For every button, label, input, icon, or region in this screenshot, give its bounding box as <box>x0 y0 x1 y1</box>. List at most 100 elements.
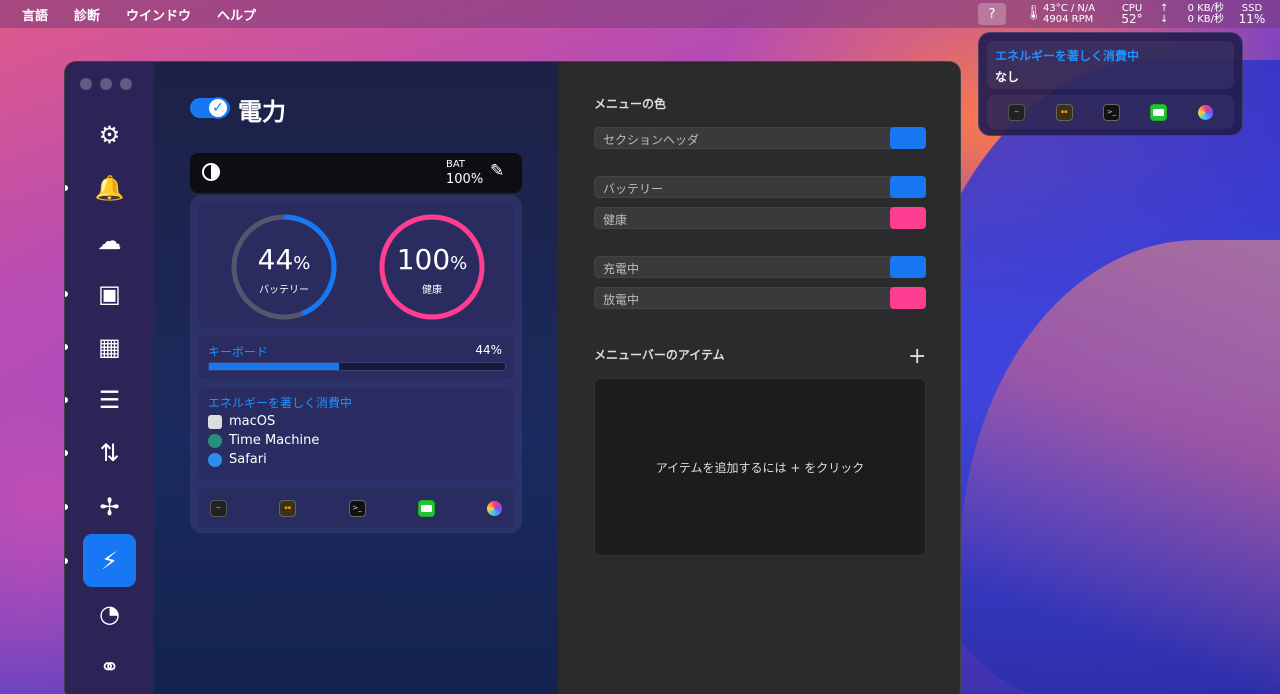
status-popover: エネルギーを著しく消費中 なし ~ ▪▪ >_ <box>978 32 1243 136</box>
window-controls <box>80 78 132 90</box>
sidebar: ⚙ 🔔 ☁ ▣ ▦ ☰ ⇅ ✢ ⚡ ◔ ⚭ <box>65 62 154 694</box>
menubar-items-list: アイテムを追加するには + をクリック <box>594 378 926 556</box>
network-arrows: ↑ ↓ <box>1160 3 1168 25</box>
page-title: 電力 <box>238 98 286 126</box>
keyboard-label: キーボード <box>208 345 269 359</box>
popover-value: なし <box>995 70 1020 84</box>
process-item[interactable]: Time Machine <box>208 433 319 448</box>
keyboard-bar-fill <box>209 363 340 370</box>
menu-color-heading: メニューの色 <box>594 97 667 111</box>
clock-icon: ◔ <box>99 599 120 628</box>
sidebar-item-power[interactable]: ⚡ <box>83 534 136 587</box>
energy-section: エネルギーを著しく消費中 macOS Time Machine Safari <box>198 388 514 480</box>
memory-icon: ▦ <box>98 332 121 361</box>
alarm-icon[interactable]: ▪▪ <box>279 499 297 517</box>
contrast-icon[interactable] <box>202 163 220 181</box>
color-row-discharging[interactable]: 放電中 <box>594 287 926 309</box>
rings-icon: ⚭ <box>99 652 120 681</box>
popover-app-icons: ~ ▪▪ >_ <box>987 95 1234 129</box>
menubar-items-heading: メニューバーのアイテム <box>594 348 725 362</box>
close-button[interactable] <box>80 78 92 90</box>
pencil-icon[interactable]: ✎ <box>490 161 504 181</box>
sidebar-item-bell[interactable]: 🔔 <box>83 161 136 214</box>
app-icons-row: ~ ▪▪ >_ <box>198 488 514 528</box>
menu-language[interactable]: 言語 <box>22 5 48 24</box>
ssd-value: 11% <box>1238 12 1266 26</box>
zoom-button[interactable] <box>120 78 132 90</box>
color-row-label: 健康 <box>603 213 628 227</box>
power-panel: ✓ 電力 BAT 100% ✎ 44% バッテリー 100% 健康 キーボード … <box>154 62 558 694</box>
color-row-health[interactable]: 健康 <box>594 207 926 229</box>
arrow-up-icon: ↑ <box>1160 3 1169 14</box>
sidebar-item-fan[interactable]: ✢ <box>83 480 136 533</box>
color-swatch[interactable] <box>890 176 926 198</box>
color-swatch[interactable] <box>890 127 926 149</box>
ssd-stat[interactable]: SSD 11% <box>1236 3 1268 25</box>
sidebar-item-gear[interactable]: ⚙ <box>83 108 136 161</box>
sidebar-item-clock[interactable]: ◔ <box>83 587 136 640</box>
siri-icon[interactable] <box>1197 104 1213 120</box>
terminal-icon[interactable]: >_ <box>348 499 366 517</box>
battery-gauge: 44% バッテリー <box>228 211 340 323</box>
menu-help[interactable]: ヘルプ <box>217 5 256 24</box>
process-item[interactable]: Safari <box>208 452 267 467</box>
macos-icon <box>208 414 222 429</box>
sidebar-indicator-dot <box>65 397 68 403</box>
color-row-section-header[interactable]: セクションヘッダ <box>594 127 926 149</box>
app-window: ⚙ 🔔 ☁ ▣ ▦ ☰ ⇅ ✢ ⚡ ◔ ⚭ ✓ 電力 BAT 100% ✎ 44% バッテリー <box>64 61 961 694</box>
menu-bar: 言語 診断 ウインドウ ヘルプ ? 🌡 43°C / N/A 4904 RPM … <box>0 0 1280 28</box>
gauges-section: 44% バッテリー 100% 健康 <box>198 203 514 328</box>
battery-app-icon[interactable] <box>417 499 435 517</box>
process-item[interactable]: macOS <box>208 414 275 429</box>
sidebar-item-memory[interactable]: ▦ <box>83 320 136 373</box>
sidebar-indicator-dot <box>65 504 68 510</box>
temp-stat[interactable]: 43°C / N/A 4904 RPM <box>1043 3 1095 25</box>
power-card: 44% バッテリー 100% 健康 キーボード 44% エネルギーを著しく消費中… <box>190 195 522 533</box>
color-row-charging[interactable]: 充電中 <box>594 256 926 278</box>
sidebar-item-rings[interactable]: ⚭ <box>83 640 136 693</box>
power-icon: ⚡ <box>101 546 118 575</box>
color-swatch[interactable] <box>890 287 926 309</box>
color-row-battery[interactable]: バッテリー <box>594 176 926 198</box>
cpu-value: 52° <box>1121 12 1143 26</box>
bell-icon: 🔔 <box>94 173 125 202</box>
battery-gauge-value: 44% <box>257 243 311 276</box>
network-stat[interactable]: 0 KB/秒 0 KB/秒 <box>1178 3 1224 25</box>
storage-icon: ☰ <box>98 385 121 414</box>
sidebar-item-cloud[interactable]: ☁ <box>83 214 136 267</box>
arrow-down-icon: ↓ <box>1160 14 1169 25</box>
sidebar-item-storage[interactable]: ☰ <box>83 373 136 426</box>
cpu-stat[interactable]: CPU 52° <box>1120 3 1144 25</box>
add-item-button[interactable]: + <box>908 344 926 369</box>
activity-monitor-icon[interactable]: ~ <box>1008 103 1026 121</box>
process-name: Safari <box>229 452 267 467</box>
minimize-button[interactable] <box>100 78 112 90</box>
health-gauge-caption: 健康 <box>422 285 442 296</box>
process-name: macOS <box>229 414 276 429</box>
terminal-icon[interactable]: >_ <box>1102 103 1120 121</box>
sidebar-item-cpu[interactable]: ▣ <box>83 267 136 320</box>
color-row-label: バッテリー <box>603 182 664 196</box>
color-row-label: 放電中 <box>603 293 640 307</box>
menu-window[interactable]: ウインドウ <box>126 5 191 24</box>
rpm-value: 4904 RPM <box>1043 14 1094 25</box>
sidebar-indicator-dot <box>65 344 68 350</box>
sidebar-item-network[interactable]: ⇅ <box>83 426 136 479</box>
menu-diagnostics[interactable]: 診断 <box>74 5 100 24</box>
gear-icon: ⚙ <box>98 120 121 149</box>
sidebar-indicator-dot <box>65 291 68 297</box>
help-button[interactable]: ? <box>978 3 1006 25</box>
net-down-value: 0 KB/秒 <box>1187 14 1224 25</box>
color-swatch[interactable] <box>890 207 926 229</box>
thermometer-icon: 🌡 <box>1025 5 1043 21</box>
color-swatch[interactable] <box>890 256 926 278</box>
bat-label: BAT <box>446 159 466 170</box>
siri-icon[interactable] <box>487 500 502 516</box>
power-toggle[interactable]: ✓ <box>190 97 230 119</box>
activity-monitor-icon[interactable]: ~ <box>210 499 227 517</box>
alarm-icon[interactable]: ▪▪ <box>1055 103 1073 121</box>
keyboard-value: 44% <box>475 343 502 357</box>
keyboard-bar <box>208 362 506 371</box>
keyboard-section: キーボード 44% <box>198 335 514 379</box>
battery-app-icon[interactable] <box>1150 103 1168 121</box>
